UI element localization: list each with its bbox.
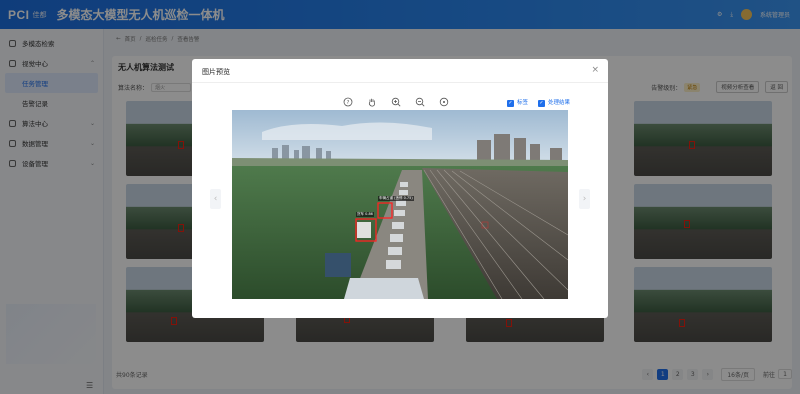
dialog-title: 图片预览 [202, 68, 230, 76]
svg-text:?: ? [347, 100, 350, 106]
zoom-out-icon[interactable] [414, 96, 426, 108]
prev-image-button[interactable]: ‹ [210, 189, 221, 209]
detection-label: 车辆占道 (违停 0.75) [378, 196, 414, 201]
pan-hand-icon[interactable] [366, 96, 378, 108]
next-image-button[interactable]: › [579, 189, 590, 209]
display-options: ✓ 标签 ✓ 处理结果 [506, 98, 570, 107]
result-checkbox[interactable]: ✓ 处理结果 [537, 98, 570, 107]
image-preview-dialog: 图片预览 × ? ✓ 标签 ✓ 处理结果 ‹ › 车辆占道 (违停 0.75) … [192, 59, 608, 318]
help-icon[interactable]: ? [342, 96, 354, 108]
preview-image[interactable]: 车辆占道 (违停 0.75) 货车 0.86 [232, 110, 568, 299]
reset-icon[interactable] [438, 96, 450, 108]
label-checkbox[interactable]: ✓ 标签 [506, 98, 528, 107]
check-icon: ✓ [506, 99, 514, 107]
divider [192, 82, 608, 83]
checkbox-label: 处理结果 [547, 100, 570, 106]
zoom-in-icon[interactable] [390, 96, 402, 108]
checkbox-label: 标签 [516, 100, 528, 106]
preview-toolbar: ? [342, 96, 450, 108]
detection-label: 货车 0.86 [356, 212, 374, 217]
close-icon[interactable]: × [591, 65, 599, 75]
check-icon: ✓ [537, 99, 545, 107]
